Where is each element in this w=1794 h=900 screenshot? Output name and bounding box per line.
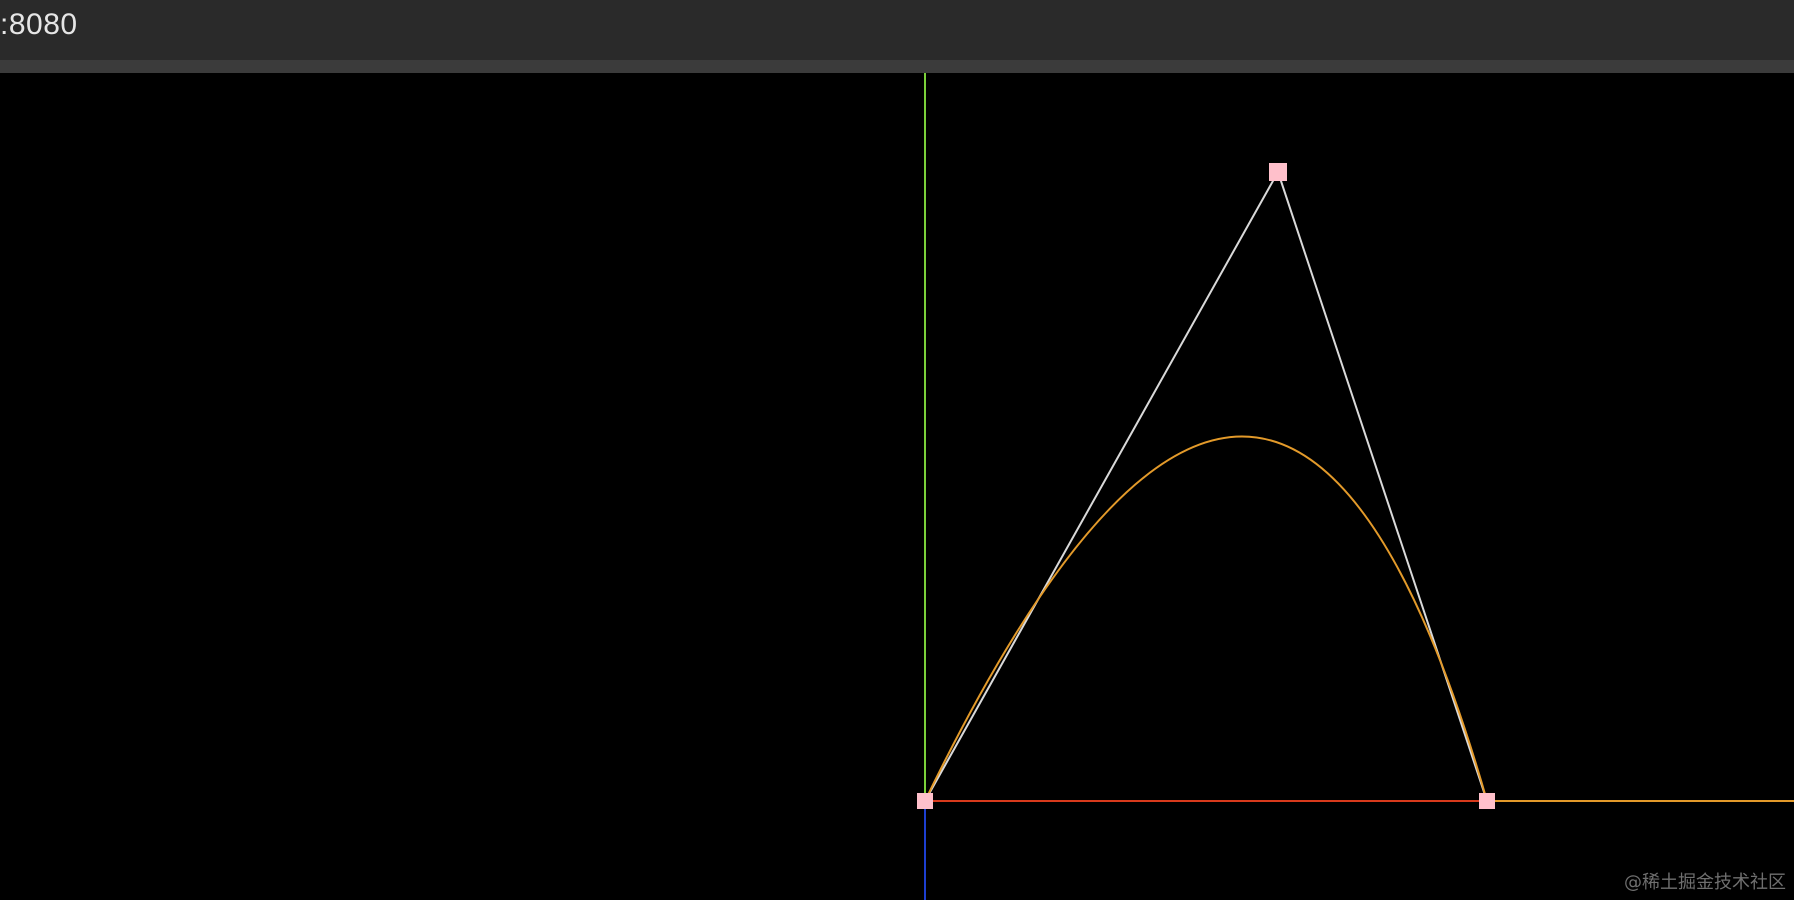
control-point-handle-top[interactable] xyxy=(1269,163,1287,181)
bezier-curve xyxy=(924,435,1488,802)
control-polygon xyxy=(924,169,1488,802)
toolbar-divider xyxy=(0,60,1794,73)
control-point-handle-end[interactable] xyxy=(1479,793,1495,809)
control-point-handle-start[interactable] xyxy=(917,793,933,809)
watermark: @稀土掘金技术社区 xyxy=(1624,872,1786,893)
address-text[interactable]: :8080 xyxy=(0,8,78,42)
browser-address-bar[interactable]: :8080 xyxy=(0,0,1794,60)
webgl-canvas[interactable]: @稀土掘金技术社区 xyxy=(0,73,1794,900)
scene-svg[interactable] xyxy=(0,73,1794,900)
